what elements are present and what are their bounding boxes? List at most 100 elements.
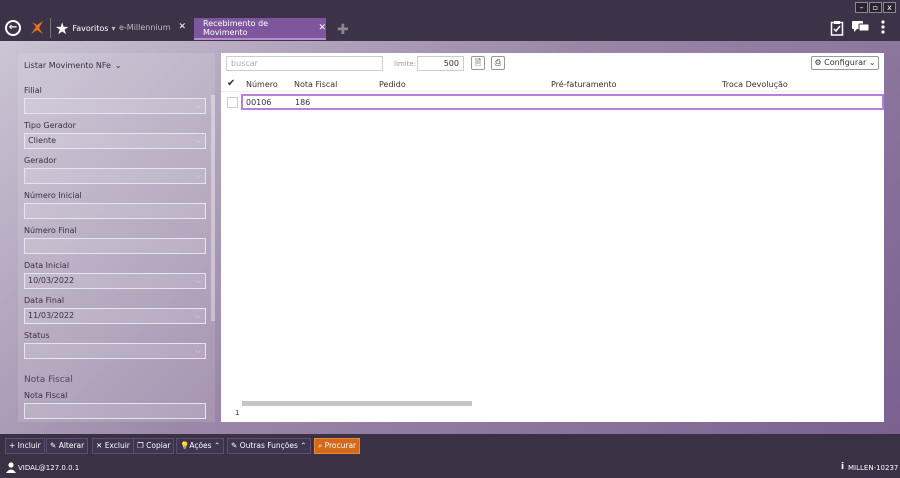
search-icon: ⌕ <box>318 441 323 450</box>
procurar-button[interactable]: ⌕ Procurar <box>314 438 361 454</box>
window-controls: – ▫ x <box>855 2 896 13</box>
divider <box>50 18 51 38</box>
limit-input[interactable]: 500 <box>417 56 464 71</box>
back-icon[interactable]: ← <box>5 20 21 36</box>
status-bar: VIDAL@127.0.0.1 i MILLEN-10237 <box>0 458 900 478</box>
chevron-up-icon: ⌃ <box>213 441 221 450</box>
user-info: VIDAL@127.0.0.1 <box>18 464 80 472</box>
column-header-nota-fiscal[interactable]: Nota Fiscal <box>294 80 337 89</box>
configure-label: Configurar <box>824 58 867 67</box>
column-header-troca-devolucao[interactable]: Troca Devolução <box>722 80 788 89</box>
favorites-label: Favoritos <box>72 24 109 33</box>
more-vertical-icon[interactable] <box>880 20 886 36</box>
procurar-label: Procurar <box>324 441 357 450</box>
chevron-down-icon: ⌵ <box>194 136 201 145</box>
tab-label: e-Millennium <box>119 22 171 32</box>
copy-icon: ❐ <box>137 441 144 450</box>
workspace: Listar Movimento NFe ⌄ Filial ⌵ Tipo Ger… <box>0 41 900 434</box>
chevron-down-icon: ⌵ <box>194 311 201 320</box>
chevron-down-icon: ⌵ <box>194 171 201 180</box>
copiar-button[interactable]: ❐ Copiar <box>133 438 175 454</box>
alterar-button[interactable]: ✎ Alterar <box>46 438 89 454</box>
filter-panel: Listar Movimento NFe ⌄ Filial ⌵ Tipo Ger… <box>18 53 215 422</box>
select-all-check-icon[interactable]: ✔ <box>227 78 235 89</box>
filter-panel-scrollbar[interactable] <box>211 95 215 321</box>
status-label: Status <box>24 331 50 340</box>
status-select[interactable]: ⌵ <box>24 343 206 359</box>
nota-fiscal-input[interactable] <box>24 403 206 419</box>
data-final-value: 11/03/2022 <box>28 311 75 320</box>
excluir-label: Excluir <box>104 441 130 450</box>
filter-panel-title: Listar Movimento NFe <box>24 61 111 70</box>
numero-final-input[interactable] <box>24 238 206 254</box>
incluir-button[interactable]: + Incluir <box>5 438 45 454</box>
data-inicial-value: 10/03/2022 <box>28 276 75 285</box>
excluir-button[interactable]: ✕ Excluir <box>92 438 134 454</box>
delete-icon: ✕ <box>96 441 103 450</box>
outras-funcoes-label: Outras Funções <box>239 441 298 450</box>
data-inicial-label: Data Inicial <box>24 261 70 270</box>
edit-icon: ✎ <box>50 441 57 450</box>
row-checkbox[interactable] <box>227 97 238 108</box>
filter-panel-header[interactable]: Listar Movimento NFe ⌄ <box>24 61 122 70</box>
minimize-button[interactable]: – <box>855 2 868 13</box>
acoes-button[interactable]: 💡Ações ⌃ <box>176 438 225 454</box>
data-inicial-datepicker[interactable]: 10/03/2022 ⌵ <box>24 273 206 289</box>
page-number[interactable]: 1 <box>235 409 239 417</box>
tab-recebimento-de-movimento[interactable]: Recebimento de Movimento ✕ <box>194 18 326 40</box>
favorites-menu[interactable]: ★ Favoritos ▾ <box>55 19 115 38</box>
search-input[interactable]: buscar <box>226 56 383 71</box>
outras-funcoes-button[interactable]: ✎ Outras Funções ⌃ <box>227 438 311 454</box>
gear-icon: ⚙ <box>814 58 822 67</box>
numero-final-label: Número Final <box>24 226 77 235</box>
horizontal-scrollbar[interactable] <box>242 401 472 406</box>
chevron-down-icon: ⌵ <box>194 346 201 355</box>
close-tab-icon[interactable]: ✕ <box>179 22 187 32</box>
configure-button[interactable]: ⚙ Configurar ⌄ <box>811 56 879 70</box>
numero-inicial-input[interactable] <box>24 203 206 219</box>
external-edit-icon: ✎ <box>231 441 238 450</box>
version-label: MILLEN-10237 <box>848 464 899 472</box>
filial-label: Filial <box>24 86 42 95</box>
clipboard-icon[interactable] <box>830 20 844 38</box>
column-header-numero[interactable]: Número <box>246 80 278 89</box>
chevron-down-icon: ⌵ <box>194 101 201 110</box>
column-header-pre-faturamento[interactable]: Pré-faturamento <box>551 80 617 89</box>
gerador-select[interactable]: ⌵ <box>24 168 206 184</box>
tipo-gerador-select[interactable]: Cliente ⌵ <box>24 133 206 149</box>
limit-label: limite: <box>394 60 417 68</box>
tab-emillennium[interactable]: e-Millennium ✕ <box>119 22 186 32</box>
chevron-down-icon: ⌄ <box>868 58 876 67</box>
cell-numero: 00106 <box>246 98 272 107</box>
table-header: ✔ Número Nota Fiscal Pedido Pré-faturame… <box>221 76 884 92</box>
results-grid: buscar limite: 500 🗎 ⎙ ⚙ Configurar ⌄ ✔ … <box>221 53 884 422</box>
chat-icon[interactable] <box>852 20 870 36</box>
chevron-down-icon: ⌵ <box>194 276 201 285</box>
column-header-pedido[interactable]: Pedido <box>379 80 406 89</box>
acoes-label: Ações <box>189 441 212 450</box>
close-tab-icon[interactable]: ✕ <box>318 23 326 33</box>
numero-inicial-label: Número Inicial <box>24 191 82 200</box>
cell-nota-fiscal: 186 <box>295 98 311 107</box>
add-tab-icon[interactable]: ✚ <box>337 22 349 38</box>
info-icon[interactable]: i <box>841 462 844 472</box>
chevron-up-icon: ⌃ <box>300 441 307 450</box>
tipo-gerador-label: Tipo Gerador <box>24 121 76 130</box>
maximize-button[interactable]: ▫ <box>869 2 882 13</box>
data-final-datepicker[interactable]: 11/03/2022 ⌵ <box>24 308 206 324</box>
close-window-button[interactable]: x <box>883 2 896 13</box>
export-icon[interactable]: 🗎 <box>471 56 485 70</box>
title-bar: – ▫ x ← ★ Favoritos ▾ e-Millennium ✕ Rec… <box>0 0 900 41</box>
gerador-label: Gerador <box>24 156 57 165</box>
data-final-label: Data Final <box>24 296 65 305</box>
filial-select[interactable]: ⌵ <box>24 98 206 114</box>
tab-label: Recebimento de Movimento <box>203 19 269 37</box>
print-icon[interactable]: ⎙ <box>491 56 505 70</box>
action-toolbar: + Incluir ✎ Alterar ✕ Excluir ❐ Copiar 💡… <box>0 434 900 458</box>
app-logo-icon <box>28 19 46 37</box>
copiar-label: Copiar <box>146 441 171 450</box>
star-icon: ★ <box>55 19 70 38</box>
incluir-label: Incluir <box>17 441 41 450</box>
table-row[interactable]: 00106 186 <box>241 94 884 110</box>
tipo-gerador-value: Cliente <box>28 136 57 145</box>
